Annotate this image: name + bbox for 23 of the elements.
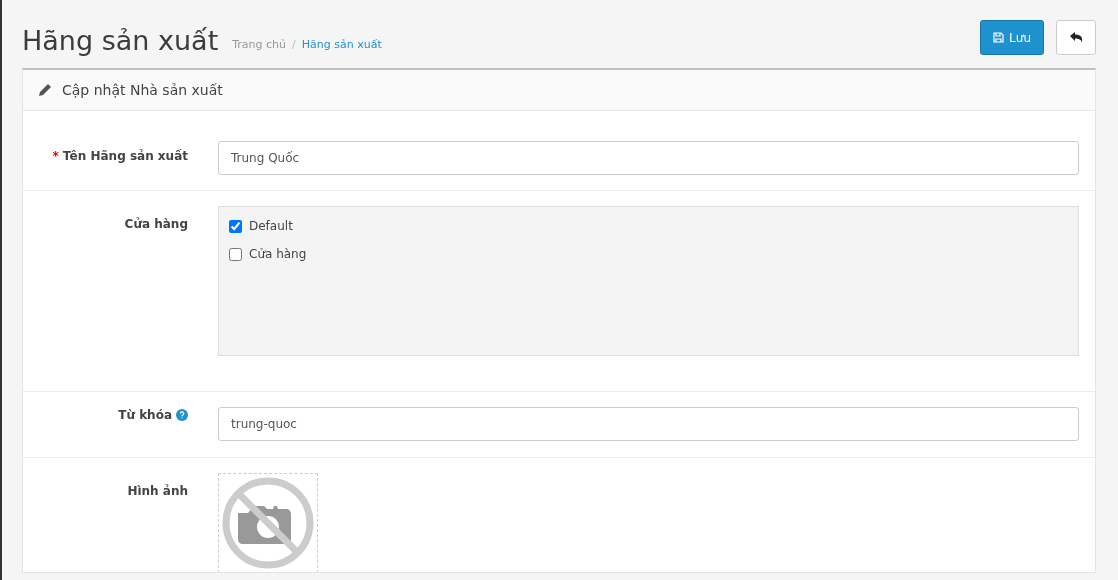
card-title: Cập nhật Nhà sản xuất [62, 82, 223, 98]
image-placeholder[interactable] [218, 473, 318, 572]
option-label: Default [249, 219, 293, 233]
field-label: Tên Hãng sản xuất [62, 149, 188, 163]
reply-arrow-icon [1069, 32, 1083, 43]
field-label: Cửa hàng [124, 217, 188, 231]
option-label: Cửa hàng [249, 247, 307, 261]
no-camera-icon [222, 477, 314, 569]
page-title: Hãng sản xuất [22, 25, 219, 56]
pencil-icon [38, 83, 52, 97]
field-label: Từ khóa [118, 408, 172, 422]
text-field[interactable]: trung-quoc [218, 407, 1079, 441]
text-field[interactable]: Trung Quốc [218, 141, 1079, 175]
back-button[interactable] [1056, 20, 1096, 55]
field-label: Hình ảnh [127, 484, 188, 498]
breadcrumb-link[interactable]: Trang chủ [232, 38, 287, 51]
breadcrumb-link[interactable]: Hãng sản xuất [301, 38, 382, 51]
help-icon[interactable] [176, 409, 188, 421]
required-mark: * [52, 149, 59, 163]
checkbox[interactable] [229, 219, 242, 233]
breadcrumb-separator: / [292, 38, 296, 51]
checkbox[interactable] [229, 247, 242, 261]
save-button[interactable]: Lưu [980, 20, 1044, 55]
